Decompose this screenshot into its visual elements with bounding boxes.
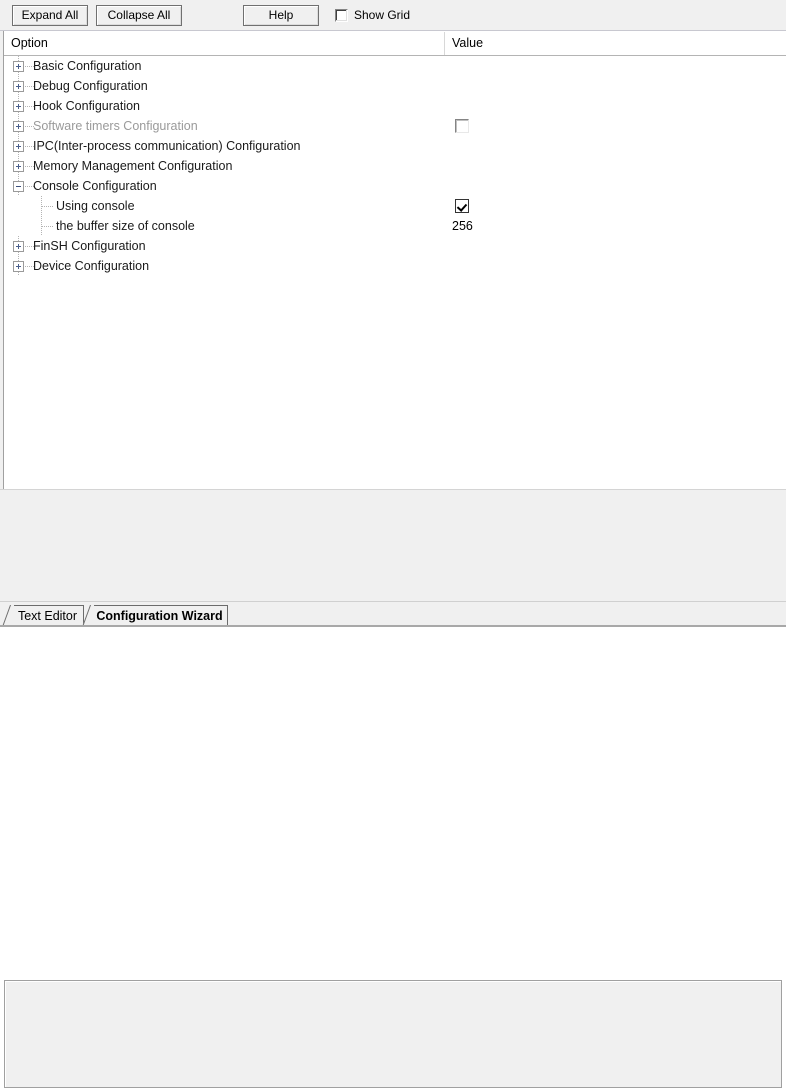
tree-row-label: Device Configuration (33, 259, 150, 273)
tree-row-label: Console Configuration (33, 179, 157, 193)
value-checkbox[interactable] (455, 119, 469, 133)
tree-row[interactable]: FinSH Configuration (5, 236, 786, 256)
show-grid-label: Show Grid (354, 8, 411, 22)
description-pane-container (0, 489, 786, 1088)
tree-row-label: FinSH Configuration (33, 239, 146, 253)
value-text[interactable]: 256 (452, 216, 473, 236)
value-checkbox[interactable] (455, 199, 469, 213)
checkbox-icon[interactable] (335, 8, 348, 22)
configuration-wizard-window: Expand All Collapse All Help Show Grid O… (0, 0, 786, 1088)
column-header-option[interactable]: Option (4, 32, 444, 55)
option-tree[interactable]: Basic Configuration Debug Configuration Ho… (5, 56, 786, 488)
expand-node-icon[interactable] (13, 141, 24, 152)
expand-node-icon[interactable] (13, 121, 24, 132)
tree-row[interactable]: Using console (5, 196, 786, 216)
tree-row[interactable]: Hook Configuration (5, 96, 786, 116)
column-header-value[interactable]: Value (444, 32, 786, 55)
tree-row[interactable]: Debug Configuration (5, 76, 786, 96)
tree-row-label: the buffer size of console (56, 219, 195, 233)
tree-row[interactable]: Basic Configuration (5, 56, 786, 76)
tree-row[interactable]: the buffer size of console 256 (5, 216, 786, 236)
expand-node-icon[interactable] (13, 161, 24, 172)
help-button[interactable]: Help (243, 5, 319, 26)
collapse-all-button[interactable]: Collapse All (96, 5, 182, 26)
expand-node-icon[interactable] (13, 81, 24, 92)
tree-row-label: Memory Management Configuration (33, 159, 233, 173)
tree-row-label: Debug Configuration (33, 79, 148, 93)
expand-node-icon[interactable] (13, 61, 24, 72)
show-grid-checkbox[interactable]: Show Grid (335, 8, 410, 22)
collapse-node-icon[interactable] (13, 181, 24, 192)
tree-row-label: Using console (56, 199, 135, 213)
tree-row-label: Hook Configuration (33, 99, 141, 113)
editor-tab-bar: Text Editor Configuration Wizard (0, 601, 786, 627)
tree-row[interactable]: Memory Management Configuration (5, 156, 786, 176)
tree-row-label: Basic Configuration (33, 59, 142, 73)
tree-row[interactable]: Device Configuration (5, 256, 786, 276)
tree-row[interactable]: Console Configuration (5, 176, 786, 196)
description-pane (4, 980, 782, 1088)
tree-guide-line (42, 206, 54, 207)
tab-configuration-wizard-label: Configuration Wizard (96, 609, 223, 623)
tree-row-label: Software timers Configuration (33, 119, 198, 133)
tree-row-label: IPC(Inter-process communication) Configu… (33, 139, 301, 153)
expand-node-icon[interactable] (13, 101, 24, 112)
column-header-row: Option Value (4, 32, 786, 56)
tree-row[interactable]: Software timers Configuration (5, 116, 786, 136)
tab-text-editor-label: Text Editor (17, 609, 78, 623)
toolbar: Expand All Collapse All Help Show Grid (0, 0, 786, 31)
tree-guide-line (42, 226, 54, 227)
tab-text-editor[interactable]: Text Editor (12, 605, 84, 626)
tab-configuration-wizard[interactable]: Configuration Wizard (92, 605, 228, 626)
expand-node-icon[interactable] (13, 261, 24, 272)
panel-left-edge (0, 31, 4, 489)
tree-row[interactable]: IPC(Inter-process communication) Configu… (5, 136, 786, 156)
expand-all-button[interactable]: Expand All (12, 5, 88, 26)
expand-node-icon[interactable] (13, 241, 24, 252)
